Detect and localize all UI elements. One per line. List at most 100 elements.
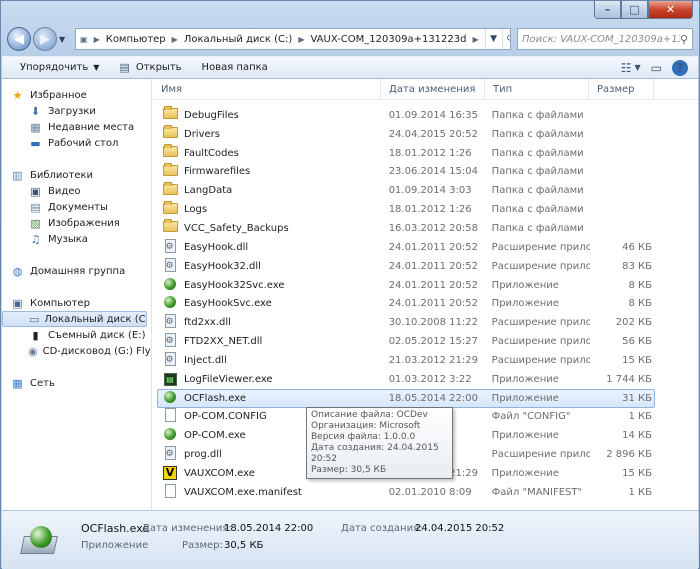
cd-drive-icon: ◉ bbox=[28, 344, 38, 358]
breadcrumb-current-folder[interactable]: VAUX-COM_120309a+131223d bbox=[310, 34, 466, 45]
file-row[interactable]: LangData 01.09.2014 3:03 Папка с файлами bbox=[157, 181, 655, 200]
file-name: VAUXCOM.exe bbox=[184, 467, 255, 479]
sidebar-item-removable-disk[interactable]: ▮ Съемный диск (E:) bbox=[2, 327, 151, 343]
change-view-icon[interactable]: ☷ bbox=[621, 61, 632, 75]
column-header-type[interactable]: Тип bbox=[485, 79, 589, 99]
file-name-cell: Inject.dll bbox=[158, 351, 384, 369]
file-name-cell: EasyHook32.dll bbox=[158, 257, 384, 275]
file-row[interactable]: EasyHookSvc.exe 24.01.2011 20:52 Приложени… bbox=[157, 294, 655, 313]
details-modified-label: Дата изменения: bbox=[142, 523, 232, 534]
column-header-name[interactable]: Имя bbox=[153, 79, 381, 99]
sidebar-item-downloads[interactable]: ⬇ Загрузки bbox=[2, 103, 151, 119]
navigation-pane[interactable]: ★ Избранное ⬇ Загрузки ▦ Недавние места … bbox=[2, 79, 152, 510]
folder-icon bbox=[162, 200, 178, 217]
file-type: Папка с файлами bbox=[491, 204, 584, 216]
breadcrumb-separator-icon[interactable]: ▶ bbox=[298, 35, 304, 44]
breadcrumb-computer[interactable]: Компьютер bbox=[106, 34, 166, 45]
folder-icon bbox=[162, 219, 178, 235]
address-history-dropdown[interactable]: ▼ bbox=[484, 29, 502, 49]
sidebar-item-video[interactable]: ▣ Видео bbox=[2, 183, 151, 199]
sidebar-label: Компьютер bbox=[30, 297, 90, 309]
file-type: Расширение прило... bbox=[491, 241, 590, 253]
sidebar-libraries[interactable]: ▥ Библиотеки bbox=[2, 167, 151, 183]
file-row[interactable]: ftd2xx.dll 30.10.2008 11:22 Расширение при… bbox=[157, 313, 655, 332]
vauxcom-icon: V bbox=[162, 466, 178, 481]
file-name: OP-COM.CONFIG bbox=[184, 411, 267, 423]
sidebar-label: Недавние места bbox=[48, 121, 135, 133]
breadcrumb-separator-icon[interactable]: ▶ bbox=[472, 35, 478, 44]
column-header-size[interactable]: Размер bbox=[589, 79, 654, 99]
file-name: VCC_Safety_Backups bbox=[184, 222, 289, 234]
sidebar-item-documents[interactable]: ▤ Документы bbox=[2, 199, 151, 215]
sidebar-favorites[interactable]: ★ Избранное bbox=[2, 87, 151, 103]
sidebar-computer[interactable]: ▣ Компьютер bbox=[2, 295, 151, 311]
file-row[interactable]: ▤ LogFileViewer.exe 01.03.2012 3:22 Приложе… bbox=[157, 370, 655, 389]
dll-file-icon bbox=[162, 446, 178, 463]
sidebar-network[interactable]: ▦ Сеть bbox=[2, 375, 151, 391]
file-size: 83 КБ bbox=[622, 260, 652, 272]
breadcrumb-separator-icon[interactable]: ▶ bbox=[172, 35, 178, 44]
video-icon: ▣ bbox=[30, 184, 41, 198]
tooltip-line: Размер: 30,5 КБ bbox=[311, 465, 387, 475]
file-size: 8 КБ bbox=[628, 298, 652, 310]
file-row[interactable]: Drivers 24.04.2015 20:52 Папка с файлами bbox=[157, 125, 655, 144]
refresh-icon[interactable]: ⟳ bbox=[501, 29, 510, 49]
new-folder-button[interactable]: Новая папка bbox=[202, 62, 268, 73]
file-row[interactable]: DebugFiles 01.09.2014 16:35 Папка с файлам… bbox=[157, 106, 655, 125]
file-type: Расширение прило... bbox=[491, 354, 590, 366]
file-date: 16.03.2012 20:58 bbox=[388, 222, 478, 234]
file-row[interactable]: Inject.dll 21.03.2012 21:29 Расширение при… bbox=[157, 351, 655, 370]
file-row[interactable]: OCFlash.exe 18.05.2014 22:00 Приложение 31 … bbox=[157, 388, 655, 408]
network-icon: ▦ bbox=[12, 376, 23, 390]
file-name: FTD2XX_NET.dll bbox=[184, 336, 263, 348]
file-name: EasyHook.dll bbox=[184, 241, 249, 253]
column-headers: Имя Дата изменения Тип Размер bbox=[153, 79, 698, 100]
star-icon: ★ bbox=[12, 88, 23, 102]
sidebar-item-cd-drive[interactable]: ◉ CD-дисковод (G:) Fly_ bbox=[2, 343, 151, 359]
file-size: 1 КБ bbox=[628, 486, 652, 498]
file-row[interactable]: Logs 18.01.2012 1:26 Папка с файлами bbox=[157, 200, 655, 219]
details-created-value: 24.04.2015 20:52 bbox=[415, 523, 505, 534]
view-dropdown-icon[interactable]: ▼ bbox=[635, 63, 641, 72]
breadcrumb-separator-icon[interactable]: ▶ bbox=[94, 35, 100, 44]
help-icon[interactable]: ? bbox=[672, 59, 688, 76]
close-button[interactable]: ✕ bbox=[648, 1, 693, 19]
file-date: 01.09.2014 3:03 bbox=[388, 185, 472, 197]
minimize-button[interactable]: – bbox=[594, 1, 621, 19]
tooltip-line: Описание файла: OCDev bbox=[311, 410, 428, 420]
organize-button[interactable]: Упорядочить ▼ bbox=[20, 62, 99, 73]
column-header-date[interactable]: Дата изменения bbox=[381, 79, 485, 99]
file-row[interactable]: EasyHook32Svc.exe 24.01.2011 20:52 Приложе… bbox=[157, 276, 655, 295]
file-row[interactable]: EasyHook32.dll 24.01.2011 20:52 Расширение… bbox=[157, 257, 655, 276]
forward-button[interactable]: ▶ bbox=[33, 27, 57, 51]
file-name: EasyHook32Svc.exe bbox=[184, 279, 285, 291]
sidebar-homegroup[interactable]: ◍ Домашняя группа bbox=[2, 263, 151, 279]
file-row[interactable]: Firmwarefiles 23.06.2014 15:04 Папка с фай… bbox=[157, 162, 655, 182]
back-button[interactable]: ◀ bbox=[7, 27, 31, 51]
sidebar-item-desktop[interactable]: ▬ Рабочий стол bbox=[2, 135, 151, 151]
open-button[interactable]: ▤ Открыть bbox=[119, 61, 181, 74]
recent-pages-dropdown[interactable]: ▼ bbox=[59, 35, 71, 44]
file-row[interactable]: VAUXCOM.exe.manifest 02.01.2010 8:09 Файл … bbox=[157, 483, 655, 502]
preview-pane-icon[interactable]: ▭ bbox=[651, 61, 662, 75]
search-input[interactable]: Поиск: VAUX-COM_120309a+13... ⚲ bbox=[517, 28, 693, 50]
search-icon[interactable]: ⚲ bbox=[680, 33, 688, 46]
sidebar-item-recent-places[interactable]: ▦ Недавние места bbox=[2, 119, 151, 135]
breadcrumb-local-disk[interactable]: Локальный диск (C:) bbox=[184, 34, 293, 45]
file-name-cell: ftd2xx.dll bbox=[158, 314, 384, 331]
sidebar-item-pictures[interactable]: ▨ Изображения bbox=[2, 215, 151, 231]
file-name: LangData bbox=[184, 185, 233, 197]
address-bar[interactable]: ▣ ▶ Компьютер ▶ Локальный диск (C:) ▶ VA… bbox=[75, 28, 511, 50]
details-created-label: Дата создания: bbox=[341, 523, 423, 534]
file-row[interactable]: FTD2XX_NET.dll 02.05.2012 15:27 Расширение… bbox=[157, 332, 655, 351]
documents-icon: ▤ bbox=[30, 200, 41, 214]
sidebar-item-music[interactable]: ♫ Музыка bbox=[2, 231, 151, 247]
file-row[interactable]: EasyHook.dll 24.01.2011 20:52 Расширение п… bbox=[157, 238, 655, 257]
sidebar-label: Документы bbox=[48, 201, 108, 213]
sidebar-item-local-disk[interactable]: ▭ Локальный диск (C:) bbox=[2, 311, 147, 327]
pictures-icon: ▨ bbox=[30, 216, 41, 230]
view-controls: ☷ ▼ ▭ ? bbox=[611, 59, 688, 76]
maximize-button[interactable]: □ bbox=[621, 1, 648, 19]
file-row[interactable]: VCC_Safety_Backups 16.03.2012 20:58 Папка … bbox=[157, 219, 655, 238]
file-row[interactable]: FaultCodes 18.01.2012 1:26 Папка с файлами bbox=[157, 144, 655, 163]
